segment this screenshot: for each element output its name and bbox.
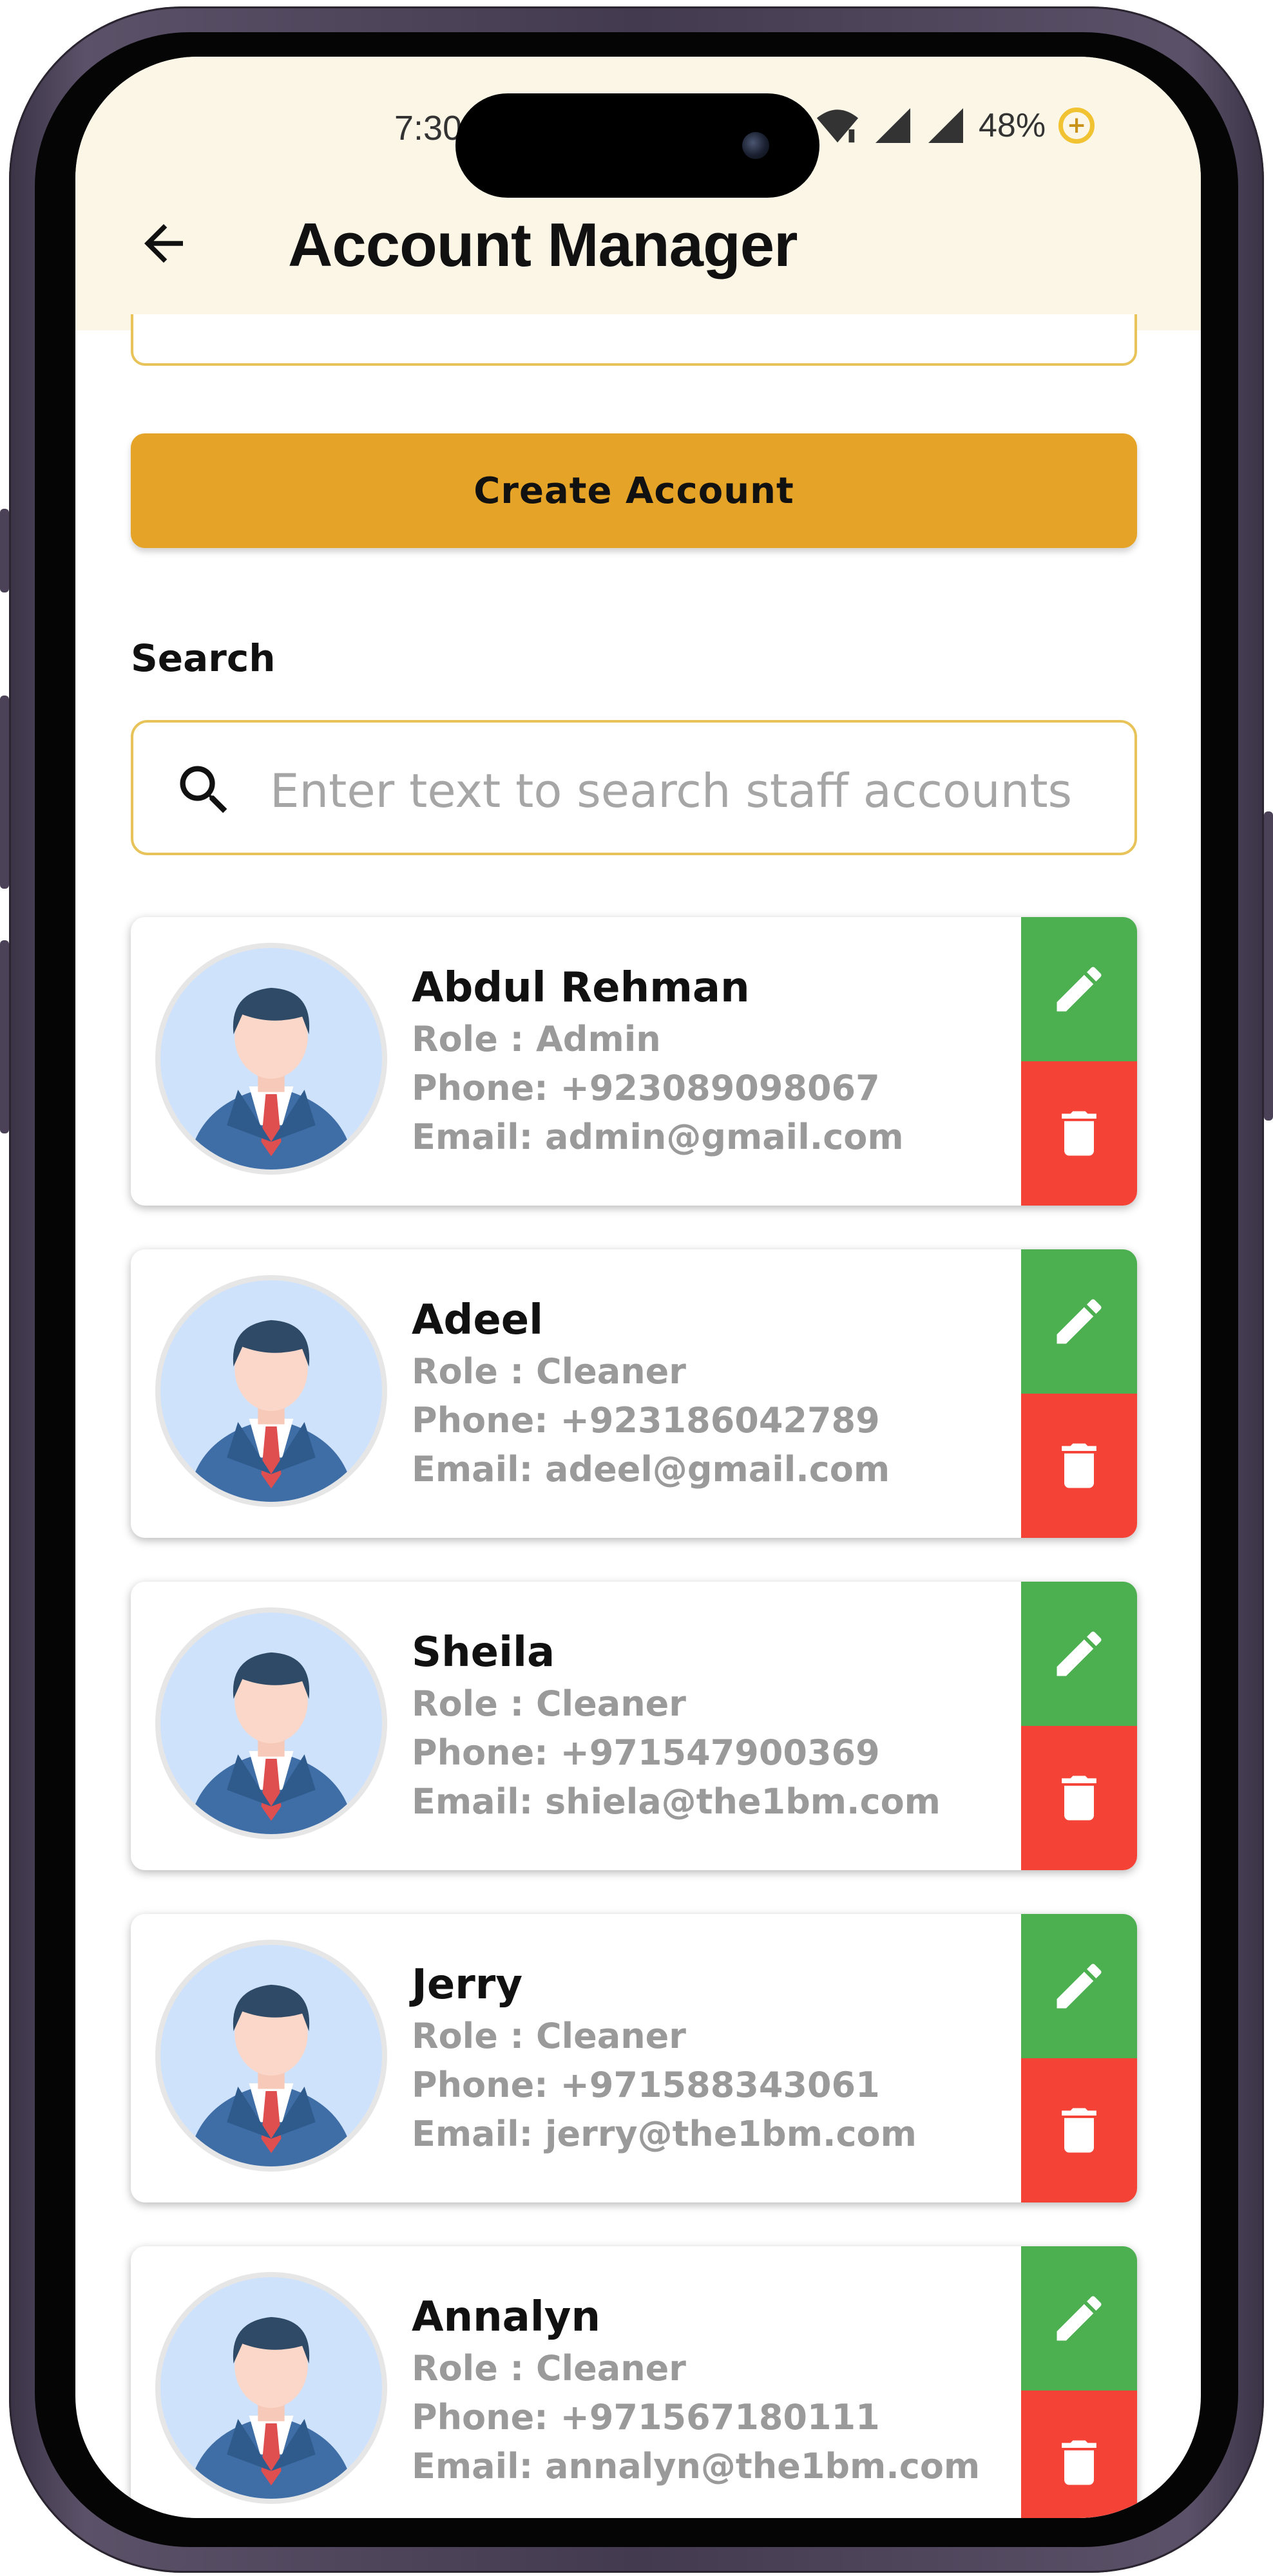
create-account-button[interactable]: Create Account: [131, 433, 1137, 548]
account-name: Abdul Rehman: [412, 964, 750, 1012]
avatar: [155, 2272, 387, 2504]
dynamic-island: [455, 93, 819, 198]
app-screen: 7:30 48% + Account Manager Create Accoun…: [75, 57, 1201, 2518]
user-avatar-icon: [188, 1984, 354, 2166]
pencil-icon: [1057, 967, 1102, 1012]
edit-button[interactable]: [1021, 2246, 1137, 2391]
account-role: Role : Cleaner: [412, 1351, 686, 1392]
search-icon: [180, 766, 227, 813]
signal-icon: [876, 108, 910, 143]
account-email: Email: shiela@the1bm.com: [412, 1781, 941, 1822]
account-card[interactable]: Annalyn Role : Cleaner Phone: +971567180…: [131, 2246, 1137, 2518]
delete-button[interactable]: [1021, 2391, 1137, 2518]
account-phone: Phone: +923186042789: [412, 1400, 880, 1441]
side-button-volume-up: [0, 696, 9, 889]
account-email: Email: jerry@the1bm.com: [412, 2114, 917, 2154]
edit-button[interactable]: [1021, 1249, 1137, 1394]
account-info: Sheila Role : Cleaner Phone: +9715479003…: [412, 1625, 941, 1826]
avatar: [155, 1607, 387, 1839]
trash-icon: [1062, 1776, 1096, 1821]
previous-input-field[interactable]: [131, 314, 1137, 366]
account-card[interactable]: Adeel Role : Cleaner Phone: +92318604278…: [131, 1249, 1137, 1538]
pencil-icon: [1057, 1964, 1102, 2009]
status-icons: 48% +: [815, 103, 1095, 148]
account-phone: Phone: +971547900369: [412, 1732, 880, 1773]
delete-button[interactable]: [1021, 2058, 1137, 2202]
search-box: [131, 720, 1137, 855]
battery-percentage: 48%: [979, 107, 1046, 144]
account-role: Role : Admin: [412, 1019, 661, 1059]
user-avatar-icon: [188, 987, 354, 1170]
account-card[interactable]: Sheila Role : Cleaner Phone: +9715479003…: [131, 1582, 1137, 1870]
user-avatar-icon: [188, 1320, 354, 1502]
avatar: [155, 1940, 387, 2172]
wifi-icon: [816, 109, 859, 143]
page-title: Account Manager: [288, 211, 798, 279]
account-role: Role : Cleaner: [412, 2348, 686, 2389]
delete-button[interactable]: [1021, 1061, 1137, 1206]
trash-icon: [1062, 2440, 1096, 2485]
search-input[interactable]: [269, 748, 1122, 833]
app-header: 7:30 48% + Account Manager: [75, 57, 1201, 330]
side-button-volume-down: [0, 940, 9, 1133]
signal-icon-2: [928, 108, 963, 143]
account-email: Email: adeel@gmail.com: [412, 1449, 890, 1490]
trash-icon: [1062, 2108, 1096, 2153]
account-info: Jerry Role : Cleaner Phone: +97158834306…: [412, 1958, 917, 2159]
side-button-power: [1264, 811, 1273, 1121]
pencil-icon: [1057, 1631, 1102, 1676]
edit-button[interactable]: [1021, 917, 1137, 1061]
avatar: [155, 1275, 387, 1507]
edit-button[interactable]: [1021, 1582, 1137, 1726]
account-name: Annalyn: [412, 2293, 601, 2341]
account-card[interactable]: Jerry Role : Cleaner Phone: +97158834306…: [131, 1914, 1137, 2202]
side-button-mute: [0, 509, 9, 592]
edit-button[interactable]: [1021, 1914, 1137, 2058]
account-name: Sheila: [412, 1629, 555, 1676]
status-time: 7:30: [394, 109, 463, 147]
account-email: Email: annalyn@the1bm.com: [412, 2446, 981, 2486]
delete-button[interactable]: [1021, 1394, 1137, 1538]
account-name: Adeel: [412, 1296, 544, 1344]
search-label: Search: [131, 636, 276, 680]
delete-button[interactable]: [1021, 1726, 1137, 1870]
account-email: Email: admin@gmail.com: [412, 1117, 904, 1157]
pencil-icon: [1057, 1299, 1102, 1344]
user-avatar-icon: [188, 1652, 354, 1834]
avatar: [155, 943, 387, 1175]
trash-icon: [1062, 1443, 1096, 1488]
account-role: Role : Cleaner: [412, 2016, 686, 2056]
account-phone: Phone: +971567180111: [412, 2397, 880, 2438]
user-avatar-icon: [188, 2316, 354, 2499]
account-phone: Phone: +971588343061: [412, 2065, 880, 2105]
arrow-left-icon[interactable]: [135, 214, 193, 272]
pencil-icon: [1057, 2296, 1102, 2341]
account-info: Annalyn Role : Cleaner Phone: +971567180…: [412, 2290, 980, 2491]
account-info: Adeel Role : Cleaner Phone: +92318604278…: [412, 1293, 890, 1494]
camera-icon: [742, 132, 769, 159]
account-role: Role : Cleaner: [412, 1683, 686, 1724]
account-info: Abdul Rehman Role : Admin Phone: +923089…: [412, 961, 904, 1162]
account-name: Jerry: [412, 1961, 523, 2009]
account-card[interactable]: Abdul Rehman Role : Admin Phone: +923089…: [131, 917, 1137, 1206]
account-phone: Phone: +923089098067: [412, 1068, 880, 1108]
battery-saver-icon: +: [1058, 108, 1095, 144]
trash-icon: [1062, 1111, 1096, 1156]
